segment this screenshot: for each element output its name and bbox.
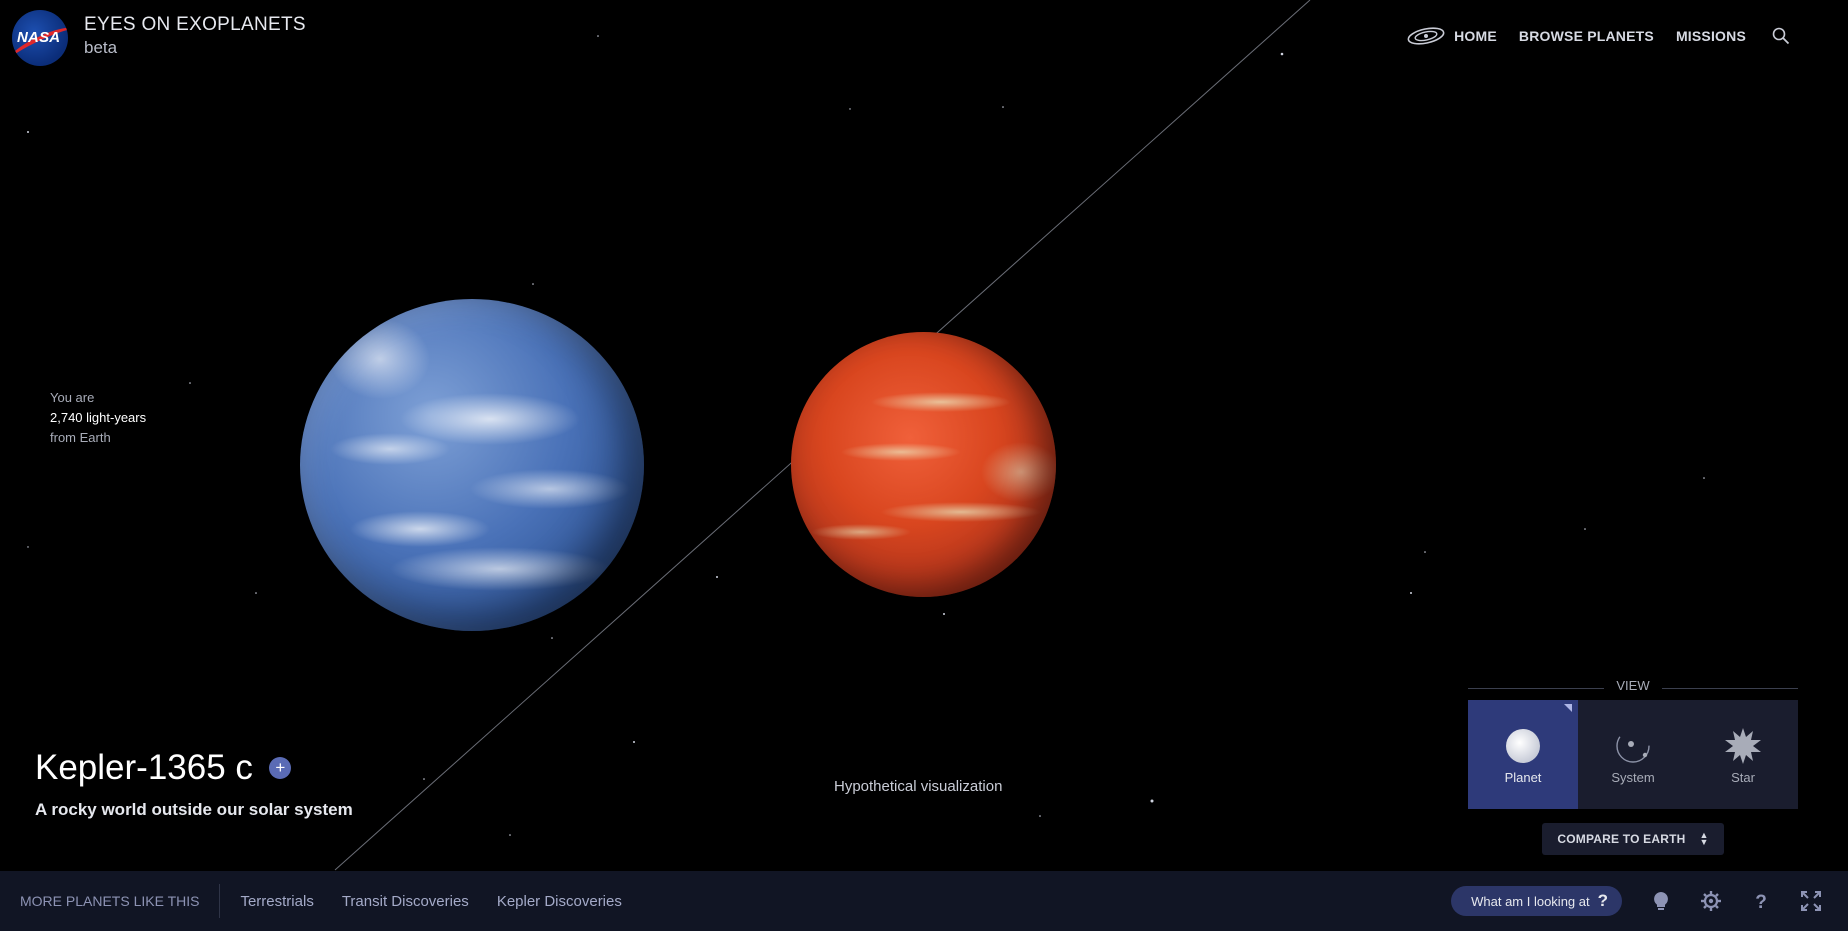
planet-description: A rocky world outside our solar system <box>35 800 353 819</box>
compare-label: COMPARE TO EARTH <box>1557 832 1686 846</box>
add-planet-button[interactable]: + <box>269 757 292 779</box>
category-kepler-discoveries[interactable]: Kepler Discoveries <box>497 893 622 910</box>
distance-readout: You are 2,740 light-years from Earth <box>50 388 146 448</box>
svg-text:?: ? <box>1755 892 1767 912</box>
view-panel: VIEW Planet System Star COMPARE TO EARTH… <box>1468 678 1798 855</box>
gear-icon[interactable] <box>1700 890 1722 912</box>
galaxy-icon[interactable] <box>1406 26 1446 46</box>
view-option-label: Planet <box>1504 770 1542 785</box>
fullscreen-icon[interactable] <box>1800 890 1822 912</box>
sort-arrows-icon: ▲ ▼ <box>1699 830 1709 847</box>
help-icon[interactable]: ? <box>1750 890 1772 912</box>
kepler-1365c-planet[interactable] <box>791 332 1056 597</box>
view-option-system[interactable]: System <box>1578 700 1688 809</box>
footer-divider <box>219 884 221 918</box>
visualization-note: Hypothetical visualization <box>834 778 1003 795</box>
top-nav: HOME BROWSE PLANETS MISSIONS <box>1406 26 1790 46</box>
distance-value: 2,740 light-years <box>50 410 147 425</box>
nasa-logo[interactable]: NASA <box>12 10 68 66</box>
search-icon[interactable] <box>1772 27 1790 45</box>
planet-name: Kepler-1365 c <box>35 748 253 787</box>
distance-suffix: from Earth <box>50 430 111 445</box>
view-heading: VIEW <box>1468 678 1798 698</box>
category-transit-discoveries[interactable]: Transit Discoveries <box>342 893 469 910</box>
planet-icon <box>1506 729 1540 763</box>
planet-title-block: Kepler-1365 c + A rocky world outside ou… <box>35 748 353 820</box>
footer-bar: MORE PLANETS LIKE THIS Terrestrials Tran… <box>0 871 1848 931</box>
nav-home[interactable]: HOME <box>1454 28 1497 44</box>
compare-to-earth-button[interactable]: COMPARE TO EARTH ▲ ▼ <box>1542 823 1724 855</box>
brand: NASA EYES ON EXOPLANETS beta <box>12 10 306 66</box>
view-option-label: System <box>1611 770 1655 785</box>
star-icon <box>1725 728 1761 764</box>
app-title[interactable]: EYES ON EXOPLANETS <box>84 14 306 36</box>
earth-planet[interactable] <box>300 299 644 631</box>
more-planets-label: MORE PLANETS LIKE THIS <box>20 893 200 909</box>
view-option-star[interactable]: Star <box>1688 700 1798 809</box>
active-corner-marker <box>1564 704 1572 712</box>
nav-browse-planets[interactable]: BROWSE PLANETS <box>1519 28 1654 44</box>
question-icon: ? <box>1597 891 1608 910</box>
nav-missions[interactable]: MISSIONS <box>1676 28 1746 44</box>
lightbulb-icon[interactable] <box>1650 890 1672 912</box>
what-am-i-looking-at-button[interactable]: What am I looking at ? <box>1451 886 1622 916</box>
view-option-label: Star <box>1731 770 1755 785</box>
category-terrestrials[interactable]: Terrestrials <box>240 893 313 910</box>
looking-label: What am I looking at <box>1471 893 1590 909</box>
distance-prefix: You are <box>50 390 95 405</box>
view-option-planet[interactable]: Planet <box>1468 700 1578 809</box>
system-icon <box>1616 729 1650 763</box>
app-subtitle: beta <box>84 38 118 57</box>
